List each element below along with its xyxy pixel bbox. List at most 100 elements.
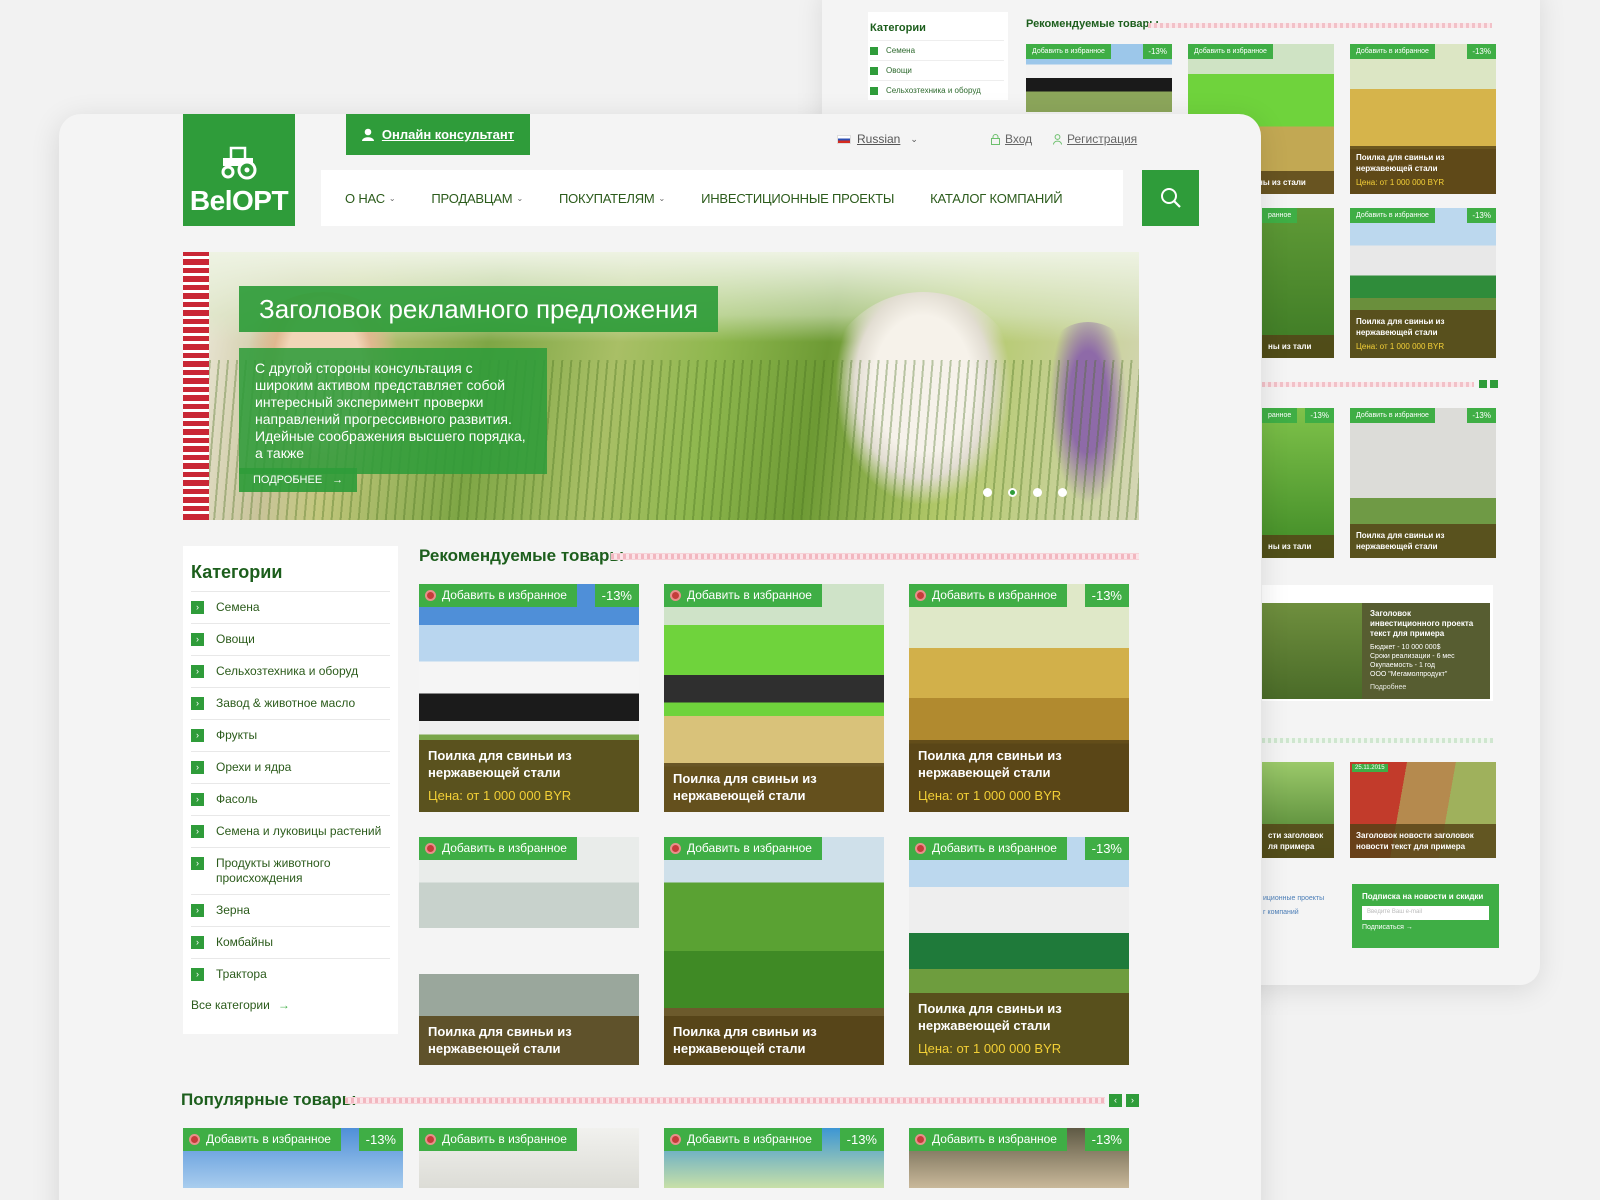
add-favorite-button[interactable]: ранное — [1262, 208, 1298, 223]
add-favorite-button[interactable]: Добавить в избранное — [1350, 44, 1435, 59]
heart-icon — [425, 843, 436, 854]
search-button[interactable] — [1142, 170, 1199, 226]
register-link[interactable]: Регистрация — [1053, 132, 1137, 146]
online-consultant-button[interactable]: Онлайн консультант — [346, 114, 530, 155]
add-favorite-button[interactable]: Добавить в избранное — [909, 584, 1067, 607]
back-categories-title: Категории — [870, 22, 926, 34]
product-tile[interactable]: Добавить в избранное -13% Поилка для сви… — [909, 837, 1129, 1065]
product-tile[interactable]: Добавить в избранное Поилка для свиньи и… — [664, 837, 884, 1065]
nav-company-catalog[interactable]: КАТАЛОГ КОМПАНИЙ — [930, 191, 1062, 206]
arrow-right-icon: → — [277, 998, 290, 1012]
invest-more-link[interactable]: Подробнее — [1370, 683, 1482, 692]
login-link[interactable]: Вход — [991, 132, 1032, 146]
hero-more-button[interactable]: ПОДРОБНЕЕ → — [239, 468, 358, 492]
slider-dot[interactable] — [1058, 488, 1067, 497]
slider-dot-active[interactable] — [1008, 488, 1017, 497]
footer-link[interactable]: иционные проекты — [1263, 892, 1324, 906]
product-tile[interactable]: Добавить в избранное -13% — [909, 1128, 1129, 1188]
nav-about[interactable]: О НАС ⌄ — [345, 191, 396, 206]
chevron-right-icon: › — [191, 857, 204, 870]
invest-info: Заголовок инвестиционного проекта текст … — [1362, 603, 1490, 699]
add-favorite-button[interactable]: Добавить в избранное — [419, 1128, 577, 1151]
add-favorite-button[interactable]: Добавить в избранное — [664, 1128, 822, 1151]
back-product-tile[interactable]: Добавить в избранное -13% Поилка для сви… — [1350, 408, 1496, 558]
recommended-title: Рекомендуемые товары — [419, 546, 624, 565]
category-item[interactable]: › Продукты животного происхождения — [191, 847, 390, 894]
product-caption: Поилка для свиньи из нержавеющей стали — [664, 763, 884, 812]
subscribe-email-input[interactable]: Введите Ваш e-mail — [1362, 906, 1489, 920]
category-item[interactable]: › Комбайны — [191, 926, 390, 958]
back-product-tile[interactable]: ранное -13% ны из тали — [1262, 408, 1334, 558]
add-favorite-button[interactable]: Добавить в избранное — [664, 837, 822, 860]
back-product-tile[interactable]: Добавить в избранное -13% — [1026, 44, 1172, 112]
hero-text: С другой стороны консультация с широким … — [239, 348, 547, 474]
product-tile[interactable]: Добавить в избранное -13% — [664, 1128, 884, 1188]
all-categories-link[interactable]: Все категории → — [191, 998, 390, 1012]
chevron-right-icon: › — [191, 936, 204, 949]
arrow-icon — [870, 66, 878, 75]
add-favorite-button[interactable]: Добавить в избранное — [1350, 208, 1435, 223]
slider-dot[interactable] — [1033, 488, 1042, 497]
add-favorite-button[interactable]: ранное — [1262, 408, 1298, 423]
category-item[interactable]: › Семена и луковицы растений — [191, 815, 390, 847]
product-tile[interactable]: Добавить в избранное -13% Поилка для сви… — [909, 584, 1129, 812]
add-favorite-button[interactable]: Добавить в избранное — [419, 584, 577, 607]
category-item[interactable]: › Трактора — [191, 958, 390, 990]
discount-badge: -13% — [1467, 44, 1496, 59]
category-item[interactable]: › Семена — [191, 591, 390, 623]
back-news-tile[interactable]: 25.11.2015 Заголовок новости заголовок н… — [1350, 762, 1496, 858]
category-item[interactable]: › Орехи и ядра — [191, 751, 390, 783]
slider-dot[interactable] — [983, 488, 992, 497]
footer-link[interactable]: г компаний — [1263, 906, 1324, 920]
product-tile[interactable]: Добавить в избранное — [419, 1128, 639, 1188]
back-product-tile[interactable]: Добавить в избранное -13% Поилка для сви… — [1350, 44, 1496, 194]
back-product-tile[interactable]: Добавить в избранное -13% Поилка для сви… — [1350, 208, 1496, 358]
product-tile[interactable]: Добавить в избранное Поилка для свиньи и… — [419, 837, 639, 1065]
next-arrow-icon[interactable] — [1490, 380, 1498, 388]
arrow-icon — [870, 46, 878, 55]
back-subscribe-box: Подписка на новости и скидки Введите Ваш… — [1352, 884, 1499, 948]
product-name: Поилка для свиньи из нержавеющей стали — [673, 771, 817, 803]
next-arrow-icon[interactable]: › — [1126, 1094, 1139, 1107]
ornament-divider — [345, 1097, 1105, 1104]
chevron-right-icon: › — [191, 968, 204, 981]
category-item[interactable]: › Сельхозтехника и оборуд — [191, 655, 390, 687]
prev-arrow-icon[interactable]: ‹ — [1109, 1094, 1122, 1107]
category-item[interactable]: › Завод & животное масло — [191, 687, 390, 719]
nav-sellers[interactable]: ПРОДАВЦАМ ⌄ — [431, 191, 523, 206]
language-selector[interactable]: Russian ⌄ — [837, 132, 918, 146]
add-favorite-button[interactable]: Добавить в избранное — [1188, 44, 1273, 59]
category-item[interactable]: › Фрукты — [191, 719, 390, 751]
add-favorite-button[interactable]: Добавить в избранное — [909, 837, 1067, 860]
add-favorite-button[interactable]: Добавить в избранное — [183, 1128, 341, 1151]
back-invest-card[interactable]: Заголовок инвестиционного проекта текст … — [1262, 585, 1493, 701]
product-caption: ны из тали — [1262, 535, 1334, 558]
back-category-item[interactable]: Овощи — [870, 60, 1004, 80]
product-tile[interactable]: Добавить в избранное -13% — [183, 1128, 403, 1188]
add-favorite-button[interactable]: Добавить в избранное — [909, 1128, 1067, 1151]
back-product-tile[interactable]: ранное ны из тали — [1262, 208, 1334, 358]
product-tile[interactable]: Добавить в избранное Поилка для свиньи и… — [664, 584, 884, 812]
back-category-item[interactable]: Семена — [870, 40, 1004, 60]
product-tile[interactable]: Добавить в избранное -13% Поилка для сви… — [419, 584, 639, 812]
product-price: Цена: от 1 000 000 BYR — [918, 1041, 1062, 1056]
add-favorite-button[interactable]: Добавить в избранное — [1026, 44, 1111, 59]
chevron-right-icon: › — [191, 665, 204, 678]
back-footer-links: иционные проекты г компаний — [1263, 892, 1324, 920]
category-item[interactable]: › Фасоль — [191, 783, 390, 815]
product-name: Поилка для свиньи из нержавеющей стали — [918, 1001, 1062, 1033]
prev-arrow-icon[interactable] — [1479, 380, 1487, 388]
nav-investment-projects[interactable]: ИНВЕСТИЦИОННЫЕ ПРОЕКТЫ — [701, 191, 894, 206]
subscribe-button[interactable]: Подписаться → — [1362, 924, 1489, 931]
category-item[interactable]: › Овощи — [191, 623, 390, 655]
nav-buyers[interactable]: ПОКУПАТЕЛЯМ ⌄ — [559, 191, 665, 206]
add-favorite-button[interactable]: Добавить в избранное — [1350, 408, 1435, 423]
invest-title: Заголовок инвестиционного проекта текст … — [1370, 609, 1474, 638]
logo[interactable]: BelOPT — [183, 114, 295, 226]
add-favorite-button[interactable]: Добавить в избранное — [664, 584, 822, 607]
news-date: 25.11.2015 — [1352, 764, 1388, 772]
category-item[interactable]: › Зерна — [191, 894, 390, 926]
back-category-item[interactable]: Сельхозтехника и оборуд — [870, 80, 1004, 100]
add-favorite-button[interactable]: Добавить в избранное — [419, 837, 577, 860]
back-news-tile[interactable]: сти заголовок ля примера — [1262, 762, 1334, 858]
